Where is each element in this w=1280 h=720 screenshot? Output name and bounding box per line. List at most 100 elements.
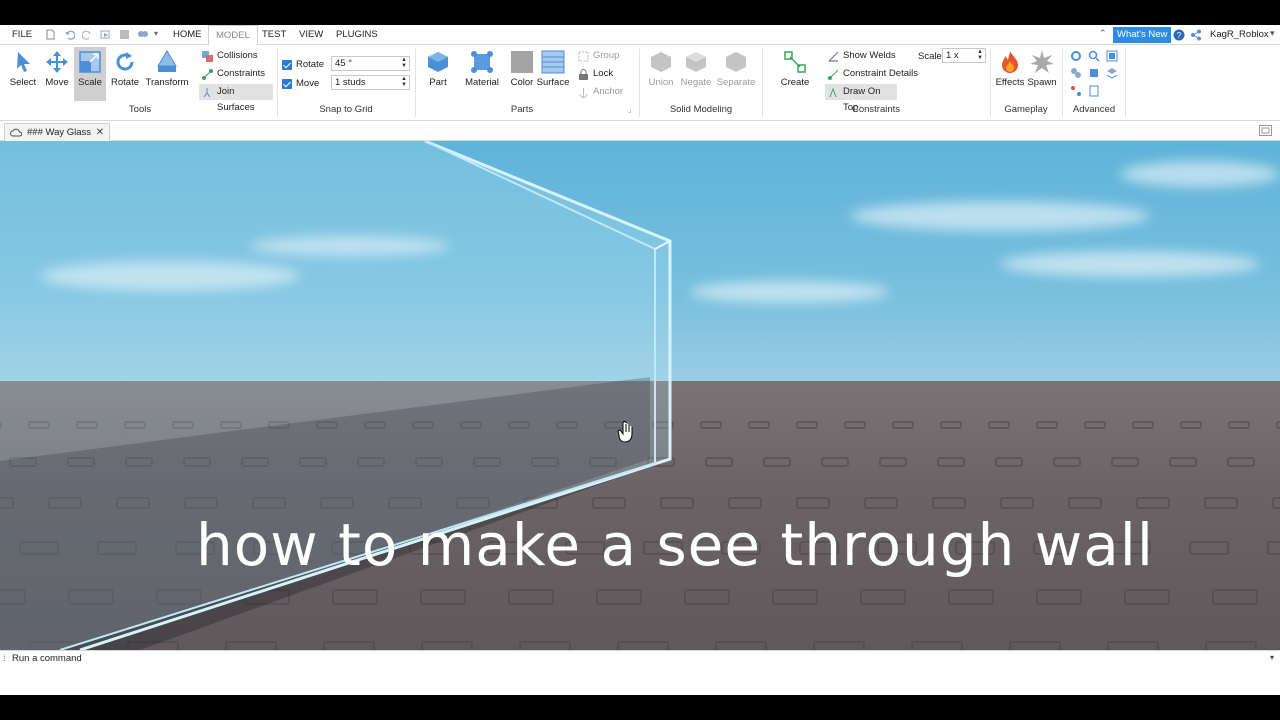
join-surfaces-toggle[interactable]: Join Surfaces — [199, 84, 273, 113]
redo-icon[interactable] — [82, 29, 93, 40]
scale-label: Scale — [78, 77, 102, 88]
constraint-details-toggle[interactable]: Constraint Details — [825, 66, 921, 82]
surface-button[interactable]: Surface — [536, 47, 570, 101]
tab-file[interactable]: FILE — [8, 25, 36, 45]
spinner-arrows-icon[interactable]: ▲ ▼ — [401, 76, 407, 88]
close-icon[interactable]: ✕ — [96, 124, 104, 142]
union-label: Union — [648, 77, 674, 88]
document-icon[interactable] — [1088, 85, 1100, 97]
spinner-arrows-icon[interactable]: ▲ ▼ — [977, 49, 983, 61]
command-input[interactable]: Run a command — [12, 653, 82, 664]
snap-group-label: Snap to Grid — [319, 104, 373, 115]
collisions-label: Collisions — [217, 50, 258, 61]
rotate-icon — [116, 52, 134, 71]
transform-tool-button[interactable]: Transform — [144, 47, 190, 101]
undo-icon[interactable] — [64, 29, 75, 40]
transform-label: Transform — [145, 77, 189, 88]
tab-home[interactable]: HOME — [169, 25, 206, 45]
parts-group-label: Parts — [510, 104, 534, 115]
layers-icon[interactable] — [1106, 67, 1118, 79]
spawn-button[interactable]: Spawn — [1026, 47, 1058, 101]
color-button[interactable]: Color — [506, 47, 538, 101]
transform-icon — [157, 50, 177, 72]
color-label: Color — [510, 77, 534, 88]
negate-label: Negate — [680, 77, 712, 88]
constraint-details-label: Constraint Details — [843, 68, 918, 79]
rotate-snap-checkbox[interactable] — [282, 60, 292, 70]
user-dropdown-icon[interactable]: ▾ — [1270, 28, 1275, 39]
create-constraint-button[interactable]: Create — [776, 47, 814, 101]
move-label: Move — [45, 77, 69, 88]
rotate-snap-input[interactable]: 45 ° ▲ ▼ — [331, 56, 410, 71]
parts-settings-icon[interactable]: ⌟ — [628, 106, 631, 114]
share-icon[interactable] — [1190, 29, 1202, 41]
whats-new-button[interactable]: What's New — [1113, 27, 1172, 43]
ribbon-divider — [990, 49, 991, 117]
command-history-dropdown-icon[interactable]: ▾ — [1270, 653, 1274, 662]
gear-icon[interactable] — [1070, 50, 1082, 62]
scale-tool-button[interactable]: Scale — [74, 47, 106, 101]
rotate-tool-button[interactable]: Rotate — [107, 47, 143, 101]
tab-plugins[interactable]: PLUGINS — [332, 25, 382, 45]
3d-viewport[interactable]: how to make a see through wall — [0, 141, 1280, 650]
material-button[interactable]: Material — [462, 47, 502, 101]
select-tool-button[interactable]: Select — [6, 47, 40, 101]
roblox-studio-window: FILE ▾ HOME MODEL TEST VIEW PLUGINS ⌃ Wh… — [0, 0, 1280, 720]
tab-model[interactable]: MODEL — [208, 25, 258, 46]
negate-button[interactable]: Negate — [679, 47, 713, 101]
effects-label: Effects — [995, 77, 1025, 88]
anchor-button[interactable]: Anchor — [575, 84, 631, 100]
tab-view[interactable]: VIEW — [295, 25, 327, 45]
play-here-icon[interactable] — [100, 29, 111, 40]
separate-button[interactable]: Separate — [716, 47, 756, 101]
stop-icon[interactable] — [119, 29, 130, 40]
move-snap-value: 1 studs — [335, 77, 366, 88]
constraint-scale-input[interactable]: 1 x ▲ ▼ — [942, 48, 986, 63]
solid-modeling-group-label: Solid Modeling — [669, 104, 733, 115]
constraints-icon — [202, 69, 213, 80]
draw-on-top-icon — [829, 87, 837, 98]
draw-on-top-toggle[interactable]: Draw On Top — [825, 84, 897, 113]
create-constraint-icon — [784, 51, 806, 73]
ribbon-toolbar: Select Move Scale Rotate Transform Colli… — [0, 45, 1280, 121]
constraints-toggle[interactable]: Constraints — [199, 66, 271, 82]
join-surfaces-label: Join Surfaces — [217, 86, 255, 113]
tab-test[interactable]: TEST — [258, 25, 290, 45]
menu-bar: FILE ▾ HOME MODEL TEST VIEW PLUGINS ⌃ Wh… — [0, 25, 1280, 46]
document-tab-bar: ### Way Glass ✕ — [0, 121, 1280, 141]
quick-access-dropdown-icon[interactable]: ▾ — [154, 29, 165, 40]
move-snap-checkbox[interactable] — [282, 79, 292, 89]
collapse-ribbon-icon[interactable]: ⌃ — [1099, 28, 1107, 39]
effects-button[interactable]: Effects — [994, 47, 1026, 101]
collisions-toggle[interactable]: Collisions — [199, 48, 271, 64]
negate-icon — [686, 52, 706, 72]
restore-panel-icon[interactable] — [1259, 125, 1272, 136]
rotate-label: Rotate — [111, 77, 139, 88]
move-tool-button[interactable]: Move — [40, 47, 74, 101]
new-file-icon[interactable] — [45, 29, 56, 40]
union-button[interactable]: Union — [645, 47, 677, 101]
package-icon[interactable] — [1106, 50, 1118, 62]
part-button[interactable]: Part — [422, 47, 454, 101]
lock-button[interactable]: Lock — [575, 66, 631, 82]
command-bar[interactable]: ⁞ Run a command ▾ — [0, 650, 1280, 666]
script-icon[interactable] — [1088, 67, 1100, 79]
network-icon[interactable] — [1070, 85, 1082, 97]
create-label: Create — [780, 77, 810, 88]
show-welds-toggle[interactable]: Show Welds — [825, 48, 911, 64]
lock-icon — [579, 69, 588, 80]
constraint-scale-value: 1 x — [946, 50, 959, 61]
place-document-tab[interactable]: ### Way Glass ✕ — [4, 123, 111, 142]
group-button[interactable]: Group — [575, 48, 631, 64]
part-label: Part — [429, 77, 447, 88]
move-snap-label: Move — [296, 78, 320, 89]
move-snap-input[interactable]: 1 studs ▲ ▼ — [331, 75, 410, 90]
spinner-arrows-icon[interactable]: ▲ ▼ — [401, 57, 407, 69]
help-icon[interactable]: ? — [1173, 29, 1185, 41]
find-icon[interactable] — [1088, 50, 1100, 62]
team-test-icon[interactable] — [137, 29, 148, 40]
username-label[interactable]: KagR_Roblox — [1210, 29, 1269, 40]
join-surfaces-icon — [203, 88, 211, 98]
separate-label: Separate — [716, 77, 756, 88]
module-icon[interactable] — [1070, 67, 1082, 79]
